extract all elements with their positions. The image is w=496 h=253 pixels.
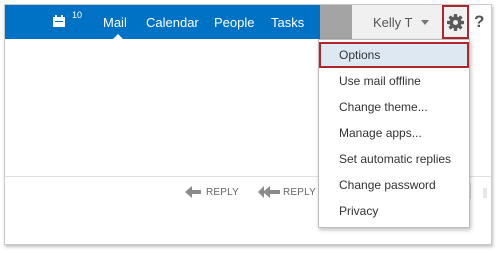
toolbar-edge-secondary (483, 188, 487, 198)
help-icon: ? (474, 12, 485, 31)
nav-item-calendar[interactable]: Calendar (146, 15, 199, 30)
app-window: 10 Mail Calendar People Tasks Kelly T ? … (4, 4, 492, 245)
top-navigation-bar: 10 Mail Calendar People Tasks Kelly T ? (5, 5, 491, 39)
user-name: Kelly T (373, 15, 413, 30)
nav-item-tasks[interactable]: Tasks (271, 15, 304, 30)
menu-item-use-mail-offline[interactable]: Use mail offline (319, 68, 469, 94)
menu-item-label: Options (339, 48, 381, 62)
nav-item-mail[interactable]: Mail (103, 15, 127, 30)
menu-item-manage-apps[interactable]: Manage apps... (319, 120, 469, 146)
menu-item-change-password[interactable]: Change password (319, 172, 469, 198)
menu-item-label: Privacy (339, 204, 379, 218)
reply-arrow-icon (185, 186, 201, 198)
settings-dropdown-menu: Options Use mail offline Change theme...… (318, 39, 470, 228)
calendar-icon[interactable] (52, 14, 68, 30)
user-account-button[interactable]: Kelly T (352, 5, 442, 39)
active-tab-indicator (113, 34, 123, 39)
menu-item-label: Use mail offline (339, 74, 421, 88)
help-button[interactable]: ? (469, 5, 491, 39)
nav-item-people[interactable]: People (214, 15, 254, 30)
chevron-down-icon (421, 20, 429, 25)
menu-item-change-theme[interactable]: Change theme... (319, 94, 469, 120)
menu-item-label: Manage apps... (339, 126, 422, 140)
gear-icon (447, 14, 464, 31)
reply-all-arrow-icon (258, 186, 280, 198)
settings-button[interactable] (442, 5, 469, 39)
reply-label: REPLY (206, 187, 240, 198)
menu-item-options[interactable]: Options (319, 42, 469, 68)
reply-button[interactable]: REPLY (185, 185, 245, 201)
menu-item-set-automatic-replies[interactable]: Set automatic replies (319, 146, 469, 172)
menu-item-label: Set automatic replies (339, 152, 452, 166)
header-spacer (320, 5, 352, 39)
menu-item-label: Change password (339, 178, 436, 192)
calendar-notification-count: 10 (72, 10, 83, 20)
reply-all-button[interactable]: REPLY A (258, 185, 325, 201)
menu-item-privacy[interactable]: Privacy (319, 198, 469, 224)
menu-item-label: Change theme... (339, 100, 428, 114)
